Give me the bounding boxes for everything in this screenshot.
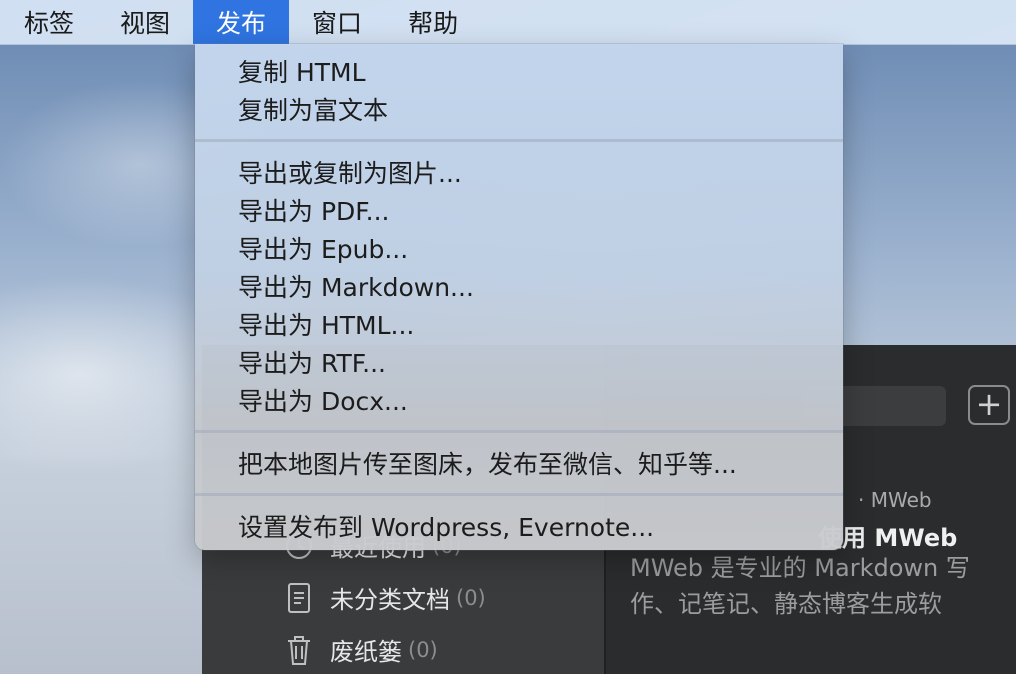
menu-tags[interactable]: 标签 xyxy=(0,0,97,44)
sidebar-item-label: 未分类文档 xyxy=(330,586,450,614)
note-excerpt: MWeb 是专业的 Markdown 写作、记笔记、静态博客生成软 xyxy=(630,554,970,618)
sidebar-item-uncategorized[interactable]: 未分类文档 (0) xyxy=(282,580,486,615)
sidebar-item-trash[interactable]: 废纸篓 (0) xyxy=(282,632,438,667)
menu-help[interactable]: 帮助 xyxy=(385,0,481,44)
menu-separator xyxy=(195,493,843,496)
menu-item-copy-rich-text[interactable]: 复制为富文本 xyxy=(195,90,843,128)
sidebar-item-label: 废纸篓 xyxy=(330,638,402,666)
menu-separator xyxy=(195,139,843,142)
menu-window[interactable]: 窗口 xyxy=(289,0,385,44)
menu-item-export-docx[interactable]: 导出为 Docx... xyxy=(195,381,843,419)
menu-item-export-html[interactable]: 导出为 HTML... xyxy=(195,305,843,343)
sidebar-item-count: (0) xyxy=(456,585,486,610)
trash-icon xyxy=(282,633,316,667)
menu-item-upload-images-publish[interactable]: 把本地图片传至图床，发布至微信、知乎等... xyxy=(195,444,843,482)
menu-item-export-rtf[interactable]: 导出为 RTF... xyxy=(195,343,843,381)
menu-separator xyxy=(195,430,843,433)
menu-item-export-pdf[interactable]: 导出为 PDF... xyxy=(195,191,843,229)
menu-item-export-markdown[interactable]: 导出为 Markdown... xyxy=(195,267,843,305)
add-note-button[interactable]: + xyxy=(968,385,1010,425)
menu-view[interactable]: 视图 xyxy=(97,0,193,44)
publish-menu: 复制 HTML 复制为富文本 导出或复制为图片... 导出为 PDF... 导出… xyxy=(195,44,843,550)
menu-item-publish-settings[interactable]: 设置发布到 Wordpress, Evernote... xyxy=(195,507,843,545)
menu-bar: 标签 视图 发布 窗口 帮助 xyxy=(0,0,1016,45)
menu-item-copy-html[interactable]: 复制 HTML xyxy=(195,52,843,90)
menu-item-export-epub[interactable]: 导出为 Epub... xyxy=(195,229,843,267)
menu-item-export-image[interactable]: 导出或复制为图片... xyxy=(195,153,843,191)
sidebar-item-count: (0) xyxy=(408,637,438,662)
document-icon xyxy=(282,581,316,615)
note-meta: · MWeb xyxy=(858,488,932,512)
menu-publish[interactable]: 发布 xyxy=(193,0,290,44)
